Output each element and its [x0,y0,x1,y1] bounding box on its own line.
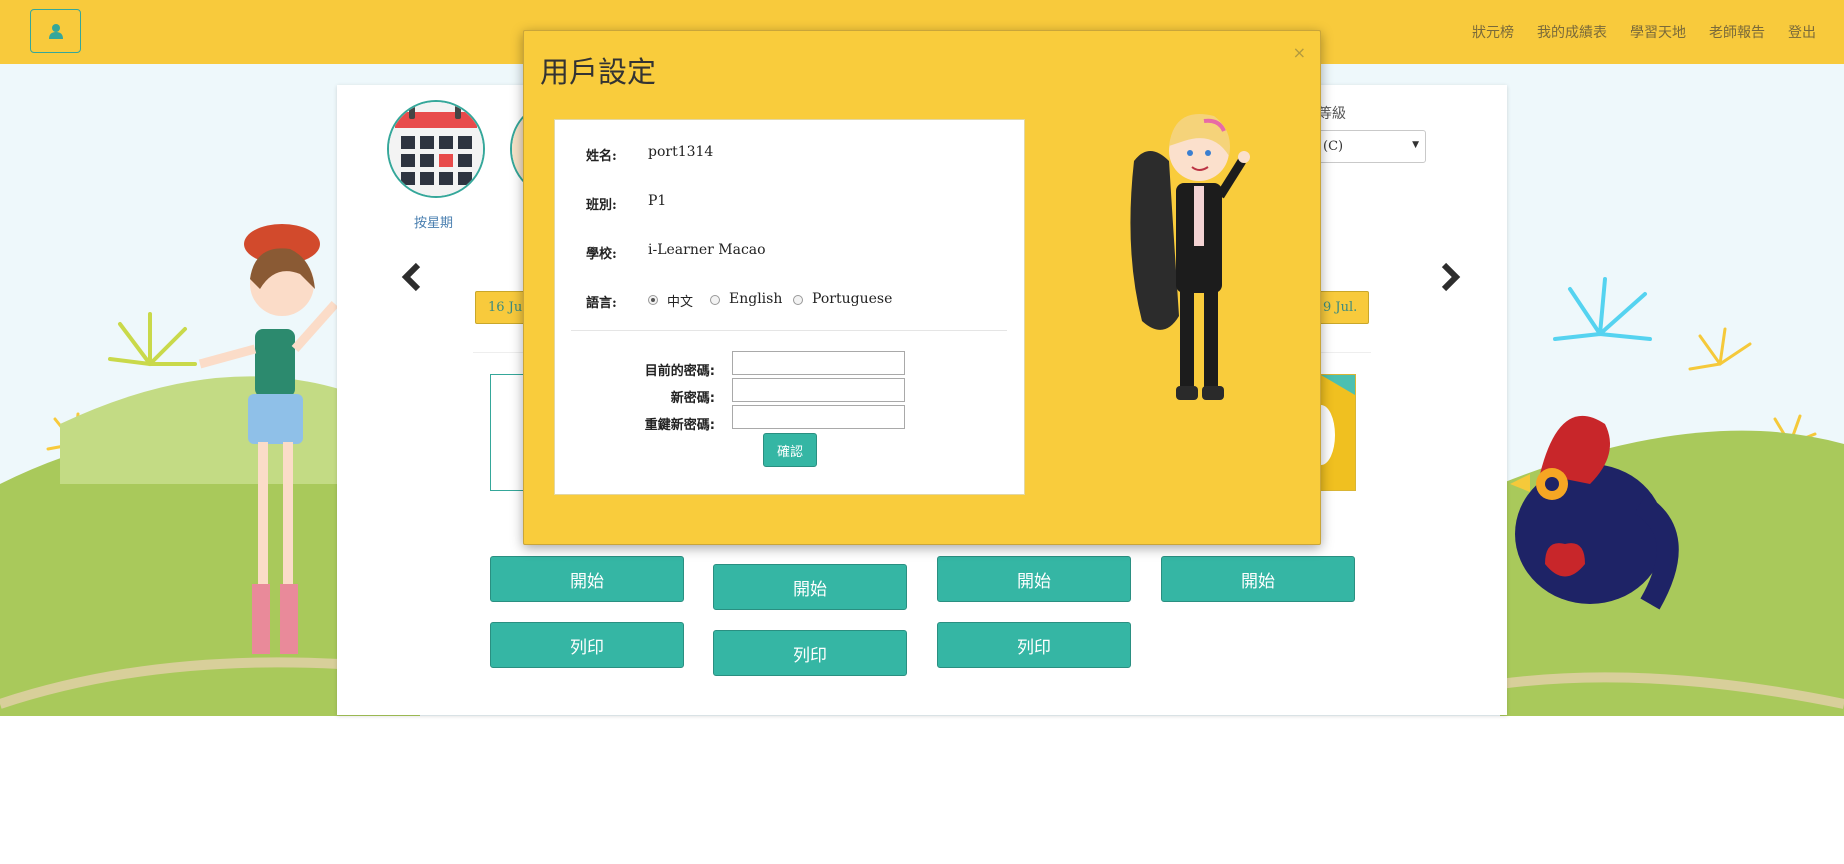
modal-title: 用戶設定 [540,55,657,89]
thumbnail-art [1307,375,1355,465]
grade-select[interactable]: (C) ▼ [1318,130,1426,163]
close-icon[interactable]: × [1293,43,1306,62]
chevron-right-icon [1441,262,1461,292]
new-password-label: 新密碼: [670,391,715,406]
current-password-label: 目前的密碼: [644,364,715,379]
nav-my-scores[interactable]: 我的成績表 [1537,22,1607,42]
class-value: P1 [648,193,667,209]
start-button-3[interactable]: 開始 [937,556,1131,602]
next-week-arrow[interactable] [1440,262,1462,300]
date-end-text: 9 Jul. [1323,300,1358,315]
date-start-text: 16 Ju [488,300,523,315]
language-option-english[interactable]: English [729,291,782,307]
nav-learning[interactable]: 學習天地 [1630,22,1686,42]
school-value: i-Learner Macao [648,242,766,258]
new-password-input[interactable] [732,378,905,402]
class-label: 班別: [586,198,617,213]
start-button-2[interactable]: 開始 [713,564,907,610]
grade-select-value: (C) [1323,139,1344,154]
nav-teacher-report[interactable]: 老師報告 [1709,22,1765,42]
dropdown-arrow-icon: ▼ [1412,140,1419,150]
print-button-2[interactable]: 列印 [713,630,907,676]
user-icon [48,24,63,39]
top-nav: 狀元榜 我的成績表 學習天地 老師報告 登出 [1472,22,1816,42]
language-radio-portuguese[interactable] [793,295,803,305]
confirm-button[interactable]: 確認 [763,433,817,467]
language-label: 語言: [586,296,617,311]
page-footer-area [0,716,1844,864]
language-radio-chinese[interactable] [648,295,658,305]
language-option-chinese[interactable]: 中文 [667,291,693,310]
date-pill-start[interactable]: 16 Ju [475,291,530,324]
start-button-1[interactable]: 開始 [490,556,684,602]
start-button-4[interactable]: 開始 [1161,556,1355,602]
print-button-3[interactable]: 列印 [937,622,1131,668]
settings-form: 姓名: port1314 班別: P1 學校: i-Learner Macao … [554,119,1025,495]
nav-leaderboard[interactable]: 狀元榜 [1472,22,1514,42]
print-button-1[interactable]: 列印 [490,622,684,668]
language-radio-english[interactable] [710,295,720,305]
calendar-icon [389,102,483,196]
repeat-password-label: 重鍵新密碼: [644,418,715,433]
avatar-illustration [1130,114,1250,400]
prev-week-arrow[interactable] [400,262,422,300]
chevron-left-icon [401,262,421,292]
nav-logout[interactable]: 登出 [1788,22,1816,42]
thumbnail-right[interactable] [1307,374,1356,491]
name-label: 姓名: [586,149,617,164]
calendar-week-button[interactable] [387,100,485,198]
grade-label: 等級 [1318,106,1346,122]
week-label[interactable]: 按星期 [414,212,453,231]
school-label: 學校: [586,247,617,262]
current-password-input[interactable] [732,351,905,375]
repeat-password-input[interactable] [732,405,905,429]
user-settings-button[interactable] [30,9,81,53]
language-option-portuguese[interactable]: Portuguese [812,291,892,307]
user-settings-modal: 用戶設定 × 姓名: port1314 班別: P1 學校: i-Learner… [523,30,1321,545]
name-value: port1314 [648,144,714,160]
form-divider [571,330,1007,331]
